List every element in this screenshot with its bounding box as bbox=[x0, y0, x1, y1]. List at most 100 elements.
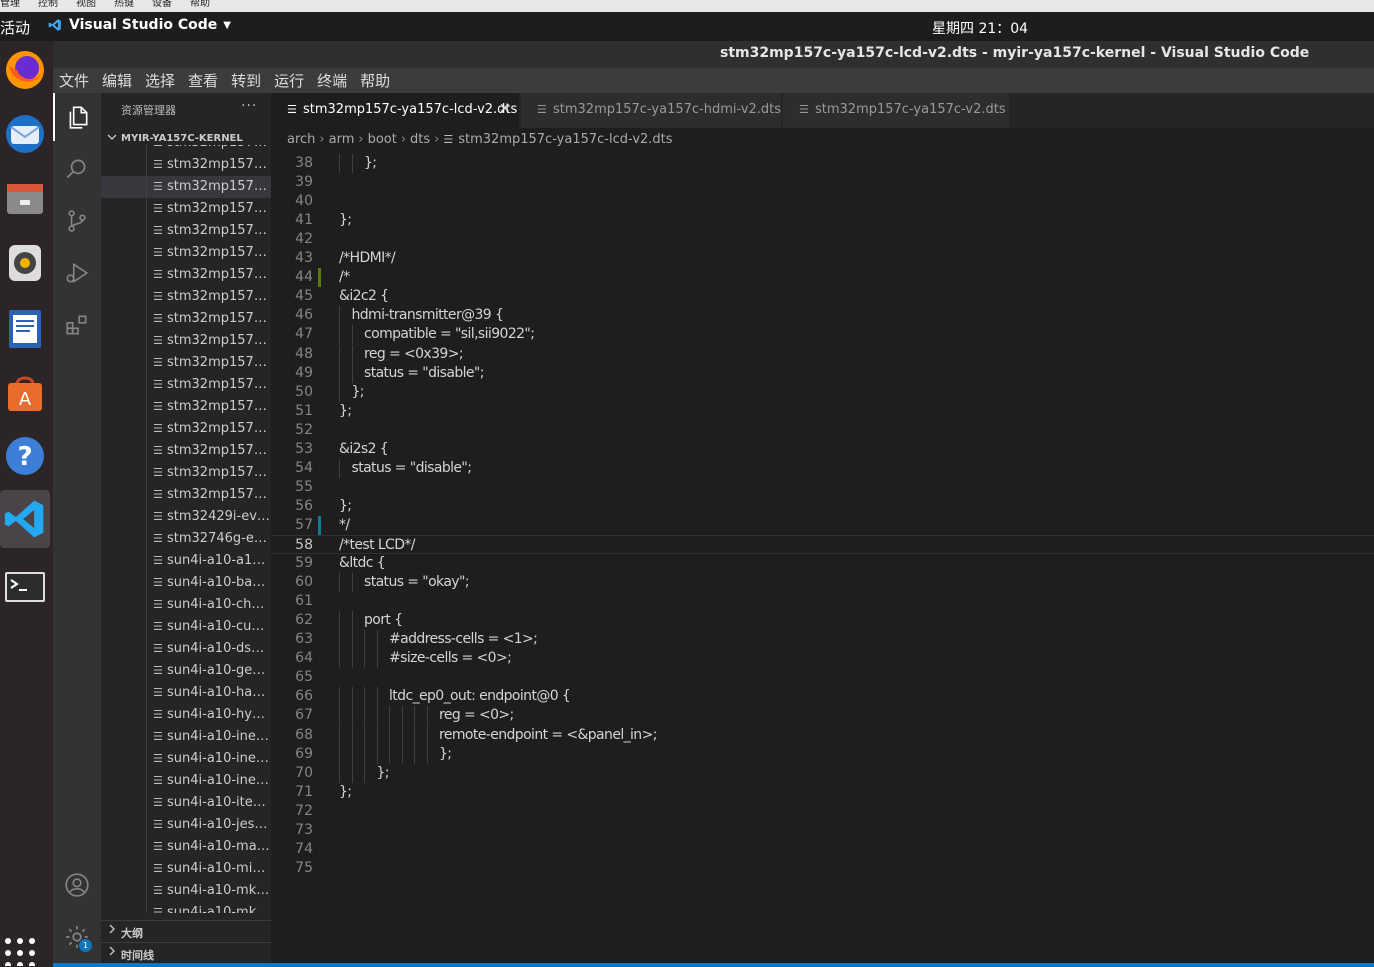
code-line: 43 /*HDMI*/ bbox=[271, 249, 1374, 268]
file-item[interactable]: ☰ stm32mp157c-... bbox=[101, 308, 271, 330]
outline-label: 大纲 bbox=[121, 927, 143, 940]
breadcrumb-item[interactable]: dts bbox=[410, 132, 430, 147]
vm-menu-item[interactable]: 设备 bbox=[152, 0, 172, 9]
firefox-icon[interactable] bbox=[0, 41, 50, 99]
file-item[interactable]: ☰ sun4i-a10-cubi... bbox=[101, 616, 271, 638]
file-item[interactable]: ☰ sun4i-a10-mk8... bbox=[101, 880, 271, 902]
vm-menu-item[interactable]: 热键 bbox=[114, 0, 134, 9]
source-control-icon[interactable] bbox=[53, 197, 101, 245]
menu-item[interactable]: 运行 bbox=[274, 70, 304, 91]
search-icon[interactable] bbox=[53, 145, 101, 193]
file-item[interactable]: ☰ sun4i-a10-hack... bbox=[101, 682, 271, 704]
file-item[interactable]: ☰ sun4i-a10-hyun... bbox=[101, 704, 271, 726]
clock[interactable]: 星期四 21：04 bbox=[932, 18, 1028, 38]
help-icon[interactable]: ? bbox=[0, 427, 50, 485]
code-text: hdmi-transmitter@39 { bbox=[351, 307, 504, 324]
file-item[interactable]: ☰ sun4i-a10-jesur... bbox=[101, 814, 271, 836]
file-item[interactable]: ☰ stm32mp157c-... bbox=[101, 264, 271, 286]
file-item[interactable]: ☰ stm32mp157c-... bbox=[101, 154, 271, 176]
extensions-icon[interactable] bbox=[53, 301, 101, 349]
file-item[interactable]: ☰ stm32mp157ca... bbox=[101, 396, 271, 418]
menu-item[interactable]: 选择 bbox=[145, 70, 175, 91]
files-icon[interactable] bbox=[0, 169, 50, 227]
gutter-added-marker[interactable] bbox=[318, 268, 321, 288]
vscode-icon[interactable] bbox=[0, 490, 50, 548]
file-item[interactable]: ☰ sun4i-a10-chu... bbox=[101, 594, 271, 616]
writer-icon[interactable] bbox=[0, 299, 50, 357]
file-item[interactable]: ☰ stm32429i-eval... bbox=[101, 506, 271, 528]
software-icon[interactable]: A bbox=[0, 363, 50, 421]
breadcrumb-item[interactable]: stm32mp157c-ya157c-lcd-v2.dts bbox=[458, 132, 672, 147]
rhythmbox-icon[interactable] bbox=[0, 234, 50, 292]
file-item[interactable]: ☰ sun4i-a10-mini-... bbox=[101, 858, 271, 880]
menu-item[interactable]: 编辑 bbox=[102, 70, 132, 91]
tab-hdmi[interactable]: ☰ stm32mp157c-ya157c-hdmi-v2.dts bbox=[521, 93, 782, 128]
file-item[interactable]: ☰ stm32746g-eva... bbox=[101, 528, 271, 550]
menu-item[interactable]: 转到 bbox=[231, 70, 261, 91]
show-apps-icon[interactable] bbox=[4, 936, 38, 967]
file-item[interactable]: ☰ sun4i-a10-ba10... bbox=[101, 572, 271, 594]
indent-guide bbox=[339, 573, 340, 593]
file-item[interactable]: ☰ stm32mp157ca... bbox=[101, 484, 271, 506]
terminal-icon[interactable] bbox=[0, 557, 50, 615]
timeline-section[interactable]: 时间线 bbox=[101, 942, 271, 963]
run-debug-icon[interactable] bbox=[53, 249, 101, 297]
file-item[interactable]: ☰ sun4i-a10-inet... bbox=[101, 770, 271, 792]
more-actions-icon[interactable]: ··· bbox=[241, 98, 257, 114]
close-icon[interactable]: ✕ bbox=[499, 101, 511, 117]
breadcrumb-item[interactable]: arch bbox=[287, 132, 315, 147]
file-item[interactable]: ☰ stm32mp157c-... bbox=[101, 145, 271, 154]
file-item[interactable]: ☰ stm32mp157c-... bbox=[101, 352, 271, 374]
menu-item[interactable]: 文件 bbox=[59, 70, 89, 91]
line-number: 55 bbox=[295, 478, 313, 495]
file-item[interactable]: ☰ stm32mp157c.... bbox=[101, 374, 271, 396]
file-item[interactable]: ☰ sun4i-a10-mars... bbox=[101, 836, 271, 858]
gutter-modified-marker[interactable] bbox=[318, 515, 321, 535]
breadcrumb-item[interactable]: boot bbox=[368, 132, 397, 147]
menu-item[interactable]: 终端 bbox=[317, 70, 347, 91]
activities-button[interactable]: 活动 bbox=[0, 17, 30, 38]
code-line: 38}; bbox=[271, 154, 1374, 173]
thunderbird-icon[interactable] bbox=[0, 105, 50, 163]
settings-gear-icon[interactable]: 1 bbox=[53, 913, 101, 961]
window-title-bar[interactable]: stm32mp157c-ya157c-lcd-v2.dts - myir-ya1… bbox=[53, 41, 1374, 68]
file-item[interactable]: ☰ stm32mp157c-... bbox=[101, 286, 271, 308]
vm-menu-item[interactable]: 控制 bbox=[38, 0, 58, 9]
vm-menu-item[interactable]: 管理 bbox=[0, 0, 20, 9]
code-line: 48 reg = <0x39>; bbox=[271, 344, 1374, 364]
menu-item[interactable]: 帮助 bbox=[360, 70, 390, 91]
vm-menu-item[interactable]: 视图 bbox=[76, 0, 96, 9]
code-text: ltdc_ep0_out: endpoint@0 { bbox=[389, 688, 571, 705]
file-item[interactable]: ☰ sun4i-a10-a100... bbox=[101, 550, 271, 572]
tab-lcd[interactable]: ☰ stm32mp157c-ya157c-lcd-v2.dts ✕ bbox=[271, 93, 520, 128]
file-item[interactable]: ☰ sun4i-a10-dser... bbox=[101, 638, 271, 660]
breadcrumb-item[interactable]: arm bbox=[329, 132, 355, 147]
file-item[interactable]: ☰ sun4i-a10-gem... bbox=[101, 660, 271, 682]
file-item[interactable]: ☰ stm32mp157c-... bbox=[101, 330, 271, 352]
file-item[interactable]: ☰ stm32mp157ca... bbox=[101, 462, 271, 484]
tab-v2[interactable]: ☰ stm32mp157c-ya157c-v2.dts bbox=[783, 93, 1010, 128]
file-item[interactable]: ☰ stm32mp157c-... bbox=[101, 242, 271, 264]
account-icon[interactable] bbox=[53, 861, 101, 909]
code-editor[interactable]: 38}; 39 40 41}; 42 43/*HDMI*/44/* 45 &i2c2 {46 h… bbox=[271, 150, 1374, 963]
file-item[interactable]: ☰ stm32mp157c-... bbox=[101, 176, 271, 198]
file-item[interactable]: ☰ stm32mp157ca... bbox=[101, 418, 271, 440]
indent-guide bbox=[339, 382, 340, 402]
file-item[interactable]: ☰ sun4i-a10-mk8... bbox=[101, 902, 271, 913]
explorer-icon[interactable] bbox=[53, 93, 101, 141]
file-item[interactable]: ☰ stm32mp157c-... bbox=[101, 198, 271, 220]
file-lines-icon: ☰ bbox=[153, 180, 163, 193]
file-name: stm32mp157c-... bbox=[167, 179, 271, 194]
menu-item[interactable]: 查看 bbox=[188, 70, 218, 91]
file-item[interactable]: ☰ stm32mp157ca... bbox=[101, 440, 271, 462]
file-item[interactable]: ☰ sun4i-a10-itead... bbox=[101, 792, 271, 814]
code-text: status = "disable"; bbox=[364, 364, 484, 381]
file-lines-icon: ☰ bbox=[153, 796, 163, 809]
app-menu[interactable]: Visual Studio Code ▼ bbox=[48, 17, 231, 33]
file-item[interactable]: ☰ sun4i-a10-inet... bbox=[101, 748, 271, 770]
status-bar[interactable] bbox=[53, 963, 1374, 967]
file-item[interactable]: ☰ sun4i-a10-inet... bbox=[101, 726, 271, 748]
outline-section[interactable]: 大纲 bbox=[101, 920, 271, 942]
file-item[interactable]: ☰ stm32mp157c-... bbox=[101, 220, 271, 242]
vm-menu-item[interactable]: 帮助 bbox=[190, 0, 210, 9]
